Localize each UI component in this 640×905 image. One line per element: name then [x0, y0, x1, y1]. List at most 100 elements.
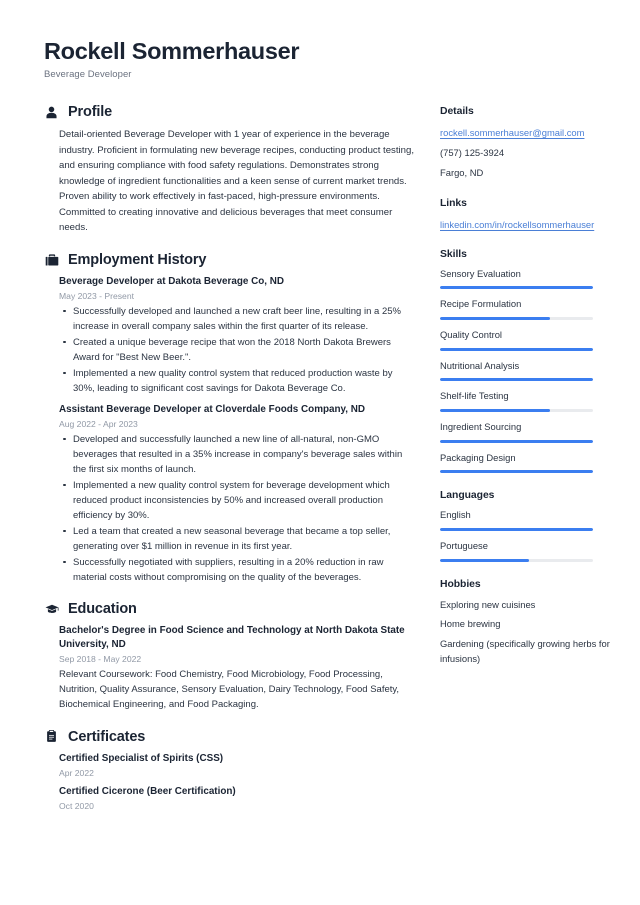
candidate-job-title: Beverage Developer [44, 69, 132, 81]
skill-level-fill [440, 347, 593, 351]
section-employment-history: Employment History Beverage Developer at… [44, 252, 416, 585]
skill-label: Quality Control [440, 328, 503, 340]
sidebar-title-skills: Skills [440, 248, 467, 260]
skill-level-track [440, 378, 593, 382]
sidebar-title-hobbies: Hobbies [440, 578, 481, 590]
language-level-track [440, 528, 593, 532]
section-profile: Profile Detail-oriented Beverage Develop… [44, 104, 416, 236]
skill-item: Recipe Formulation [440, 298, 625, 320]
section-body-certificates: Certified Specialist of Spirits (CSS) Ap… [44, 752, 416, 811]
skill-item: Ingredient Sourcing [440, 421, 625, 443]
education-entry: Bachelor's Degree in Food Science and Te… [59, 624, 416, 713]
bullet-item: Created a unique beverage recipe that wo… [59, 335, 416, 365]
sidebar-block-links: Links linkedin.com/in/rockellsommerhause… [440, 198, 625, 232]
employment-entry-bullets: Successfully developed and launched a ne… [59, 304, 416, 396]
sidebar-title-languages: Languages [440, 490, 495, 502]
section-header-certificates: Certificates [44, 729, 416, 745]
resume-columns: Profile Detail-oriented Beverage Develop… [44, 104, 616, 827]
skill-level-fill [440, 316, 551, 320]
resume-header: Rockell Sommerhauser Beverage Developer [44, 38, 616, 80]
section-certificates: Certificates Certified Specialist of Spi… [44, 729, 416, 811]
skill-level-fill [440, 409, 551, 413]
skill-level-fill [440, 378, 593, 382]
employment-entry-title: Beverage Developer at Dakota Beverage Co… [59, 275, 285, 287]
person-icon [44, 105, 59, 120]
section-title-employment: Employment History [68, 251, 207, 268]
employment-entry-title: Assistant Beverage Developer at Cloverda… [59, 403, 366, 415]
employment-entry-date: Aug 2022 - Apr 2023 [59, 418, 138, 429]
certificate-entry: Certified Specialist of Spirits (CSS) Ap… [59, 752, 416, 778]
sidebar-block-details: Details rockell.sommerhauser@gmail.com (… [440, 106, 625, 181]
certificate-title: Certified Specialist of Spirits (CSS) [59, 752, 224, 764]
language-label: English [440, 509, 471, 521]
section-header-profile: Profile [44, 104, 416, 120]
skill-item: Shelf-life Testing [440, 390, 625, 413]
linkedin-link[interactable]: linkedin.com/in/rockellsommerhauser [440, 217, 625, 232]
section-title-education: Education [68, 600, 137, 617]
hobby-item: Gardening (specifically growing herbs fo… [440, 637, 610, 664]
education-entry-title: Bachelor's Degree in Food Science and Te… [59, 624, 405, 650]
candidate-name: Rockell Sommerhauser [44, 38, 300, 64]
section-body-employment: Beverage Developer at Dakota Beverage Co… [44, 275, 416, 585]
certificate-date: Oct 2020 [59, 800, 94, 811]
sidebar-title-details: Details [440, 106, 474, 118]
hobby-item: Exploring new cuisines [440, 598, 536, 610]
sidebar-title-links: Links [440, 197, 467, 209]
main-column: Profile Detail-oriented Beverage Develop… [44, 104, 416, 827]
clipboard-icon [44, 729, 59, 744]
employment-entry-date: May 2023 - Present [59, 290, 134, 301]
skill-level-track [440, 286, 593, 290]
education-entry-date: Sep 2018 - May 2022 [59, 653, 142, 664]
employment-entry-bullets: Developed and successfully launched a ne… [59, 432, 416, 585]
sidebar-block-languages: Languages English Portuguese [440, 490, 625, 562]
section-title-profile: Profile [68, 104, 113, 121]
language-level-track [440, 558, 593, 562]
skill-label: Recipe Formulation [440, 298, 522, 310]
skill-level-track [440, 439, 593, 443]
bullet-item: Successfully negotiated with suppliers, … [59, 555, 416, 585]
language-level-fill [440, 558, 529, 562]
sidebar-block-hobbies: Hobbies Exploring new cuisines Home brew… [440, 579, 625, 666]
language-item: English [440, 509, 625, 532]
skill-level-track [440, 316, 593, 320]
hobby-item: Home brewing [440, 618, 501, 630]
bullet-item: Developed and successfully launched a ne… [59, 432, 416, 477]
bullet-item: Implemented a new quality control system… [59, 366, 416, 396]
skill-level-fill [440, 439, 593, 443]
section-body-profile: Detail-oriented Beverage Developer with … [44, 127, 416, 236]
section-education: Education Bachelor's Degree in Food Scie… [44, 601, 416, 713]
skill-level-fill [440, 286, 593, 290]
skill-item: Quality Control [440, 329, 625, 351]
language-item: Portuguese [440, 540, 625, 562]
skill-label: Shelf-life Testing [440, 390, 509, 402]
skill-item: Nutritional Analysis [440, 360, 625, 382]
skill-level-track [440, 409, 593, 413]
bullet-item: Led a team that created a new seasonal b… [59, 524, 416, 554]
language-label: Portuguese [440, 540, 488, 552]
section-header-education: Education [44, 601, 416, 617]
skill-label: Ingredient Sourcing [440, 421, 522, 433]
sidebar-column: Details rockell.sommerhauser@gmail.com (… [440, 104, 625, 683]
bullet-item: Successfully developed and launched a ne… [59, 304, 416, 334]
graduation-cap-icon [44, 601, 59, 616]
certificate-title: Certified Cicerone (Beer Certification) [59, 785, 236, 797]
location: Fargo, ND [440, 167, 484, 179]
skill-level-track [440, 470, 593, 474]
language-level-fill [440, 528, 593, 532]
sidebar-block-skills: Skills Sensory Evaluation Recipe Formula… [440, 249, 625, 474]
section-title-certificates: Certificates [68, 728, 146, 745]
employment-entry: Beverage Developer at Dakota Beverage Co… [59, 275, 416, 396]
section-body-education: Bachelor's Degree in Food Science and Te… [44, 624, 416, 713]
skill-item: Sensory Evaluation [440, 268, 625, 290]
employment-entry: Assistant Beverage Developer at Cloverda… [59, 403, 416, 585]
skill-level-fill [440, 470, 593, 474]
skill-label: Sensory Evaluation [440, 267, 521, 279]
skill-level-track [440, 347, 593, 351]
education-entry-description: Relevant Coursework: Food Chemistry, Foo… [59, 668, 400, 711]
certificate-date: Apr 2022 [59, 767, 94, 778]
skill-label: Packaging Design [440, 451, 516, 463]
section-header-employment: Employment History [44, 252, 416, 268]
profile-summary-text: Detail-oriented Beverage Developer with … [59, 129, 414, 234]
email-link[interactable]: rockell.sommerhauser@gmail.com [440, 125, 625, 140]
skill-item: Packaging Design [440, 452, 625, 474]
